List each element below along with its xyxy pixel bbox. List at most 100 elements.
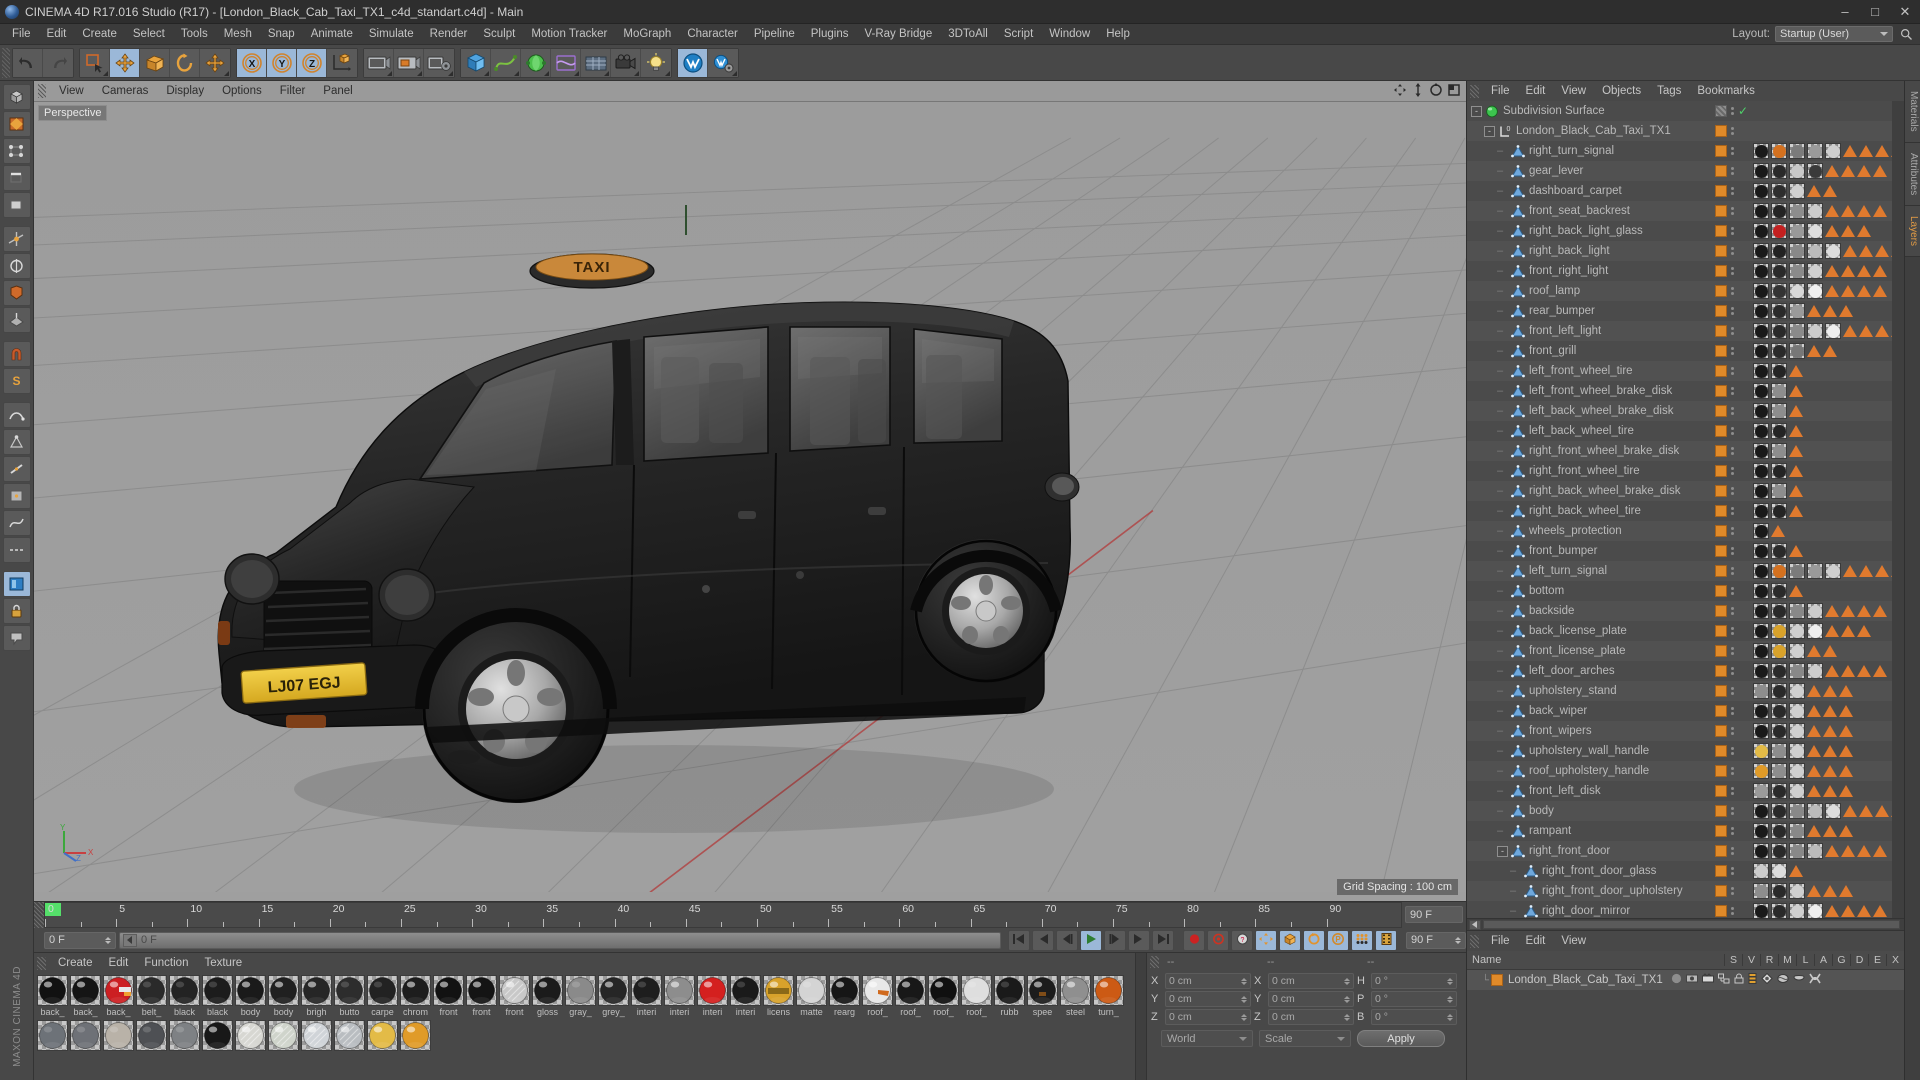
generators-icon[interactable] bbox=[1761, 972, 1773, 987]
object-row[interactable]: – right_front_wheel_tire bbox=[1467, 461, 1892, 481]
add-spline-button[interactable] bbox=[491, 48, 521, 77]
uv-tag-icon[interactable] bbox=[1823, 885, 1837, 897]
material-swatch-mat35[interactable] bbox=[70, 1020, 101, 1051]
material-cell[interactable]: carpe bbox=[367, 975, 398, 1018]
uv-tag-icon[interactable] bbox=[1807, 685, 1821, 697]
tab-materials[interactable]: Materials bbox=[1905, 81, 1920, 143]
uv-tag-icon[interactable] bbox=[1825, 205, 1839, 217]
visibility-dots-icon[interactable] bbox=[1731, 487, 1734, 495]
material-tag[interactable] bbox=[1753, 623, 1769, 639]
material-tag[interactable] bbox=[1771, 663, 1787, 679]
object-color-tag[interactable] bbox=[1715, 185, 1727, 197]
uv-tag-icon[interactable] bbox=[1823, 825, 1837, 837]
material-swatch-buttons[interactable] bbox=[334, 975, 365, 1006]
visibility-dots-icon[interactable] bbox=[1731, 907, 1734, 915]
material-cell[interactable]: roof_ bbox=[961, 975, 992, 1018]
uv-tag-icon[interactable] bbox=[1789, 545, 1803, 557]
material-tag[interactable] bbox=[1753, 543, 1769, 559]
material-cell[interactable]: rearg bbox=[829, 975, 860, 1018]
material-tag[interactable] bbox=[1789, 223, 1805, 239]
material-swatch-matte_white[interactable] bbox=[796, 975, 827, 1006]
uv-tag-icon[interactable] bbox=[1857, 265, 1871, 277]
object-color-tag[interactable] bbox=[1715, 805, 1727, 817]
viewport-menu-options[interactable]: Options bbox=[213, 81, 271, 102]
visibility-dots-icon[interactable] bbox=[1731, 267, 1734, 275]
solo-dot-icon[interactable] bbox=[1671, 973, 1682, 987]
object-row[interactable]: – right_turn_signal bbox=[1467, 141, 1892, 161]
object-color-tag[interactable] bbox=[1715, 385, 1727, 397]
material-swatch-steel[interactable] bbox=[1060, 975, 1091, 1006]
object-row[interactable]: – right_front_wheel_brake_disk bbox=[1467, 441, 1892, 461]
uv-tag-icon[interactable] bbox=[1807, 785, 1821, 797]
material-swatch-gloss_black[interactable] bbox=[532, 975, 563, 1006]
material-tag[interactable] bbox=[1753, 823, 1769, 839]
object-color-tag[interactable] bbox=[1715, 725, 1727, 737]
material-tag[interactable] bbox=[1753, 323, 1769, 339]
material-cell[interactable] bbox=[37, 1020, 68, 1063]
visibility-dots-icon[interactable] bbox=[1731, 287, 1734, 295]
material-swatch-gray_plastic[interactable] bbox=[565, 975, 596, 1006]
size-field-z[interactable]: 0 cm bbox=[1268, 1009, 1354, 1025]
magnet-icon[interactable] bbox=[2, 341, 31, 367]
material-tag[interactable] bbox=[1789, 763, 1805, 779]
material-tag[interactable] bbox=[1825, 323, 1841, 339]
object-row[interactable]: – front_left_light bbox=[1467, 321, 1892, 341]
uv-tag-icon[interactable] bbox=[1825, 625, 1839, 637]
uv-tag-icon[interactable] bbox=[1839, 745, 1853, 757]
uv-tag-icon[interactable] bbox=[1873, 265, 1887, 277]
visibility-dots-icon[interactable] bbox=[1731, 167, 1734, 175]
material-swatch-carpet[interactable] bbox=[367, 975, 398, 1006]
texture-mode-button[interactable] bbox=[2, 111, 31, 137]
material-menu-create[interactable]: Create bbox=[50, 957, 101, 969]
material-tag[interactable] bbox=[1789, 843, 1805, 859]
menu-animate[interactable]: Animate bbox=[303, 24, 361, 45]
material-tag[interactable] bbox=[1771, 703, 1787, 719]
uv-tag-icon[interactable] bbox=[1891, 565, 1892, 577]
object-row[interactable]: – right_back_wheel_brake_disk bbox=[1467, 481, 1892, 501]
material-tag[interactable] bbox=[1807, 843, 1823, 859]
material-tag[interactable] bbox=[1753, 643, 1769, 659]
play-forward-button[interactable] bbox=[1128, 929, 1150, 951]
material-tag[interactable] bbox=[1807, 243, 1823, 259]
visibility-dots-icon[interactable] bbox=[1731, 147, 1734, 155]
material-cell[interactable] bbox=[334, 1020, 365, 1063]
animation-icon[interactable] bbox=[1748, 973, 1757, 987]
material-tag[interactable] bbox=[1771, 543, 1787, 559]
uv-tag-icon[interactable] bbox=[1825, 285, 1839, 297]
timeline-grip[interactable] bbox=[34, 902, 44, 928]
material-tag[interactable] bbox=[1789, 663, 1805, 679]
material-tag[interactable] bbox=[1771, 303, 1787, 319]
object-row[interactable]: – body bbox=[1467, 801, 1892, 821]
material-cell[interactable]: back_ bbox=[37, 975, 68, 1018]
menu-window[interactable]: Window bbox=[1041, 24, 1098, 45]
menu-script[interactable]: Script bbox=[996, 24, 1041, 45]
visibility-dots-icon[interactable] bbox=[1731, 667, 1734, 675]
material-swatch-mat45[interactable] bbox=[400, 1020, 431, 1051]
material-cell[interactable]: body bbox=[268, 975, 299, 1018]
menu-mesh[interactable]: Mesh bbox=[216, 24, 260, 45]
uv-tag-icon[interactable] bbox=[1843, 565, 1857, 577]
object-row[interactable]: – right_front_door_glass bbox=[1467, 861, 1892, 881]
material-tag[interactable] bbox=[1771, 583, 1787, 599]
rotation-key-button[interactable] bbox=[1303, 929, 1325, 951]
layout-tool-icon[interactable] bbox=[2, 571, 31, 597]
object-color-tag[interactable] bbox=[1715, 865, 1727, 877]
redo-button[interactable] bbox=[43, 48, 73, 77]
material-cell[interactable]: steel bbox=[1060, 975, 1091, 1018]
uv-tag-icon[interactable] bbox=[1823, 685, 1837, 697]
material-tag[interactable] bbox=[1771, 803, 1787, 819]
material-tag[interactable] bbox=[1753, 883, 1769, 899]
visibility-dots-icon[interactable] bbox=[1731, 827, 1734, 835]
uv-tag-icon[interactable] bbox=[1823, 745, 1837, 757]
material-tag[interactable] bbox=[1753, 463, 1769, 479]
layer-col-s[interactable]: S bbox=[1724, 954, 1742, 966]
uv-tag-icon[interactable] bbox=[1825, 225, 1839, 237]
edge-mode-button[interactable] bbox=[2, 165, 31, 191]
object-color-tag[interactable] bbox=[1715, 265, 1727, 277]
menu-help[interactable]: Help bbox=[1098, 24, 1138, 45]
material-tag[interactable] bbox=[1753, 263, 1769, 279]
menu-edit[interactable]: Edit bbox=[39, 24, 75, 45]
tab-layers[interactable]: Layers bbox=[1905, 205, 1920, 257]
material-tag[interactable] bbox=[1753, 683, 1769, 699]
material-tag[interactable] bbox=[1753, 483, 1769, 499]
